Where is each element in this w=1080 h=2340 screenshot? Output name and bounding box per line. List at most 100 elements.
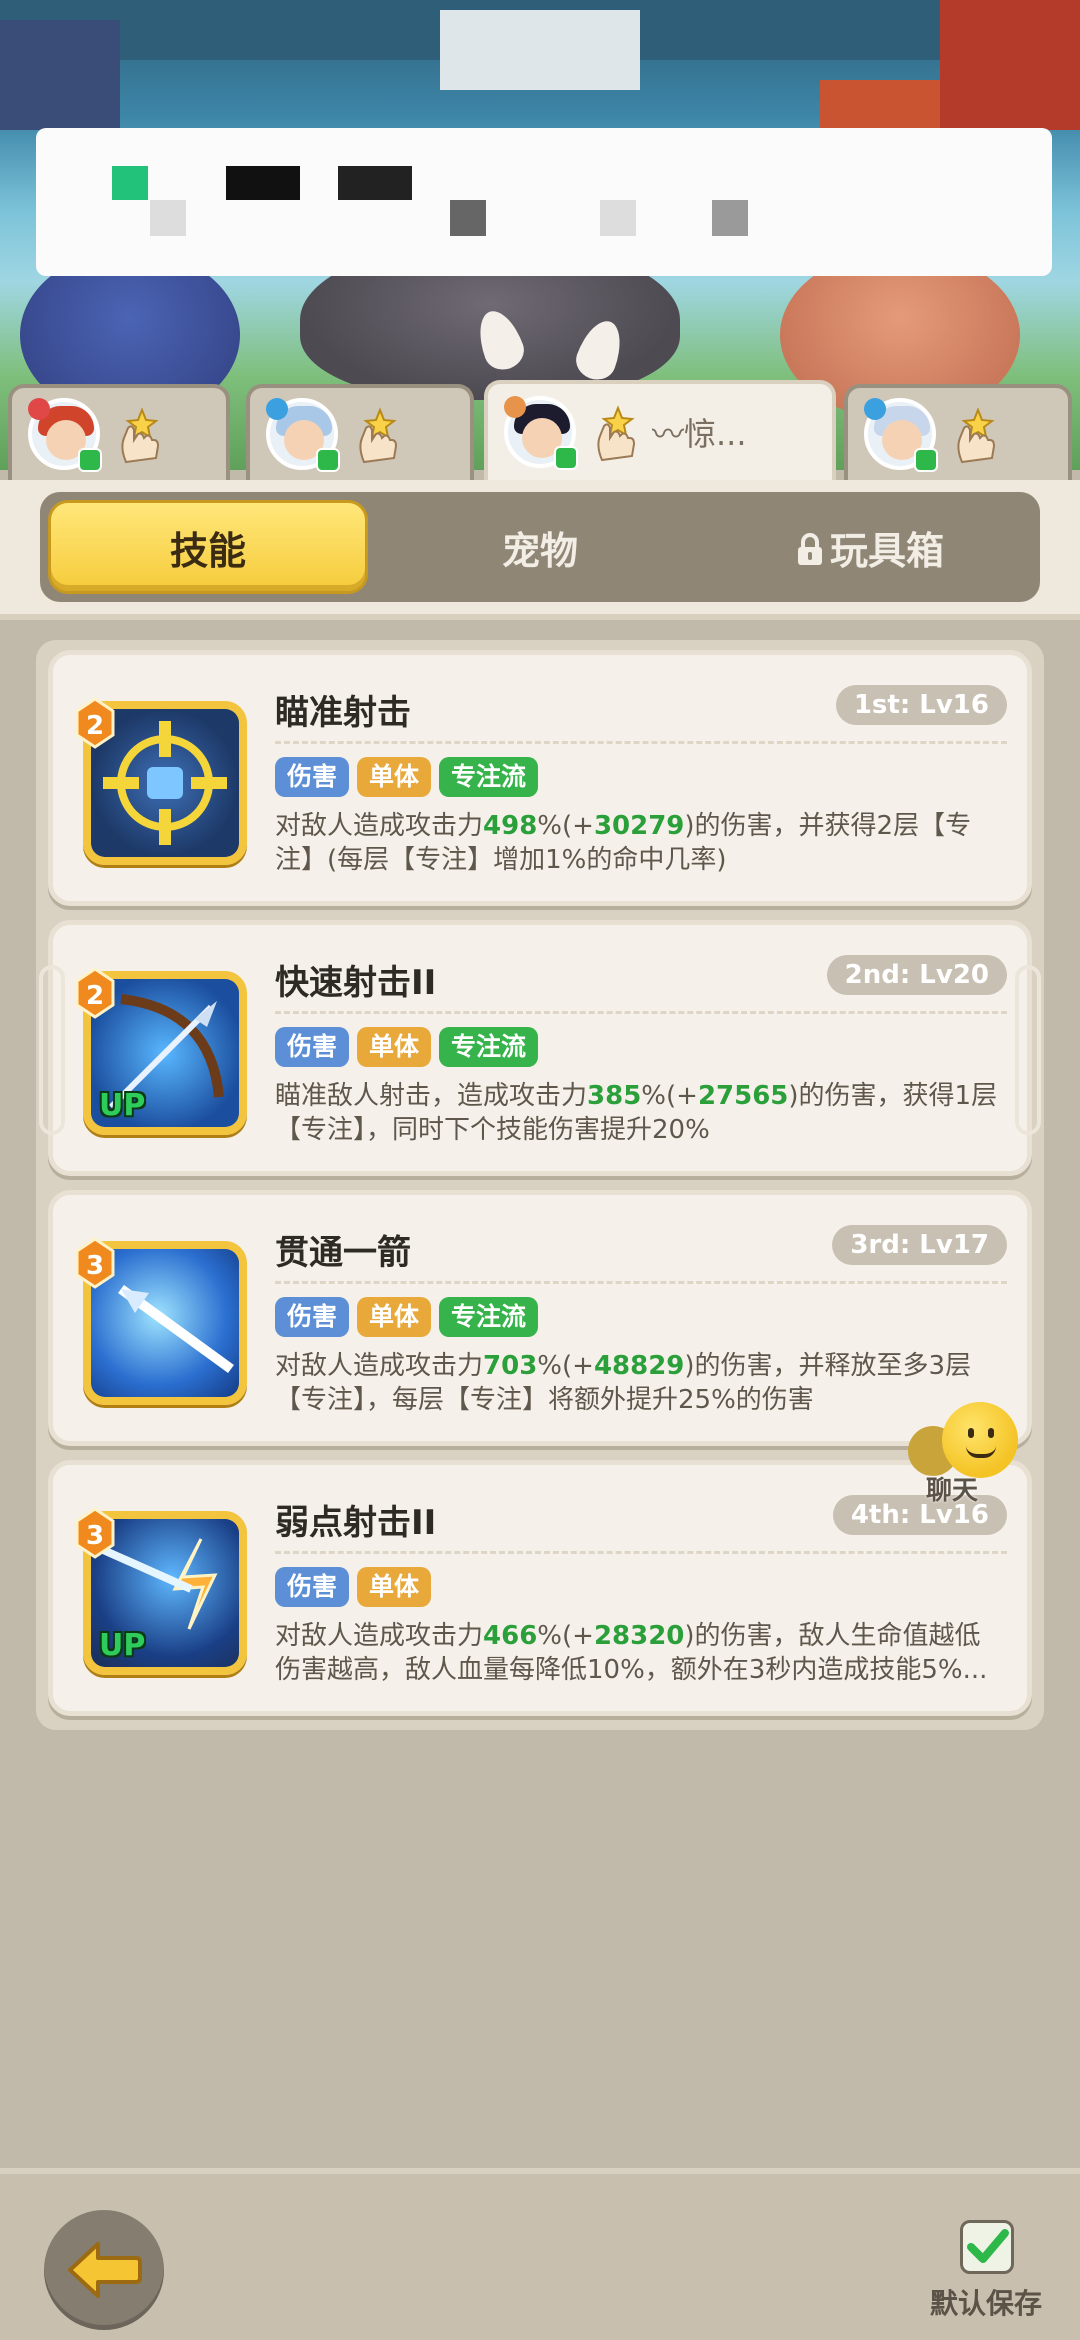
skill-desc-part: 瞄准敌人射击，造成攻击力 <box>275 1081 588 1111</box>
upgrade-up-icon: UP <box>99 1628 146 1663</box>
class-badge-icon <box>28 398 50 420</box>
tab-skills-label: 技能 <box>169 528 246 573</box>
class-badge-icon <box>504 396 526 418</box>
skill-desc-part: 498 <box>483 811 538 841</box>
hero-tab-1[interactable] <box>8 384 230 480</box>
status-badge-icon <box>554 446 578 470</box>
tab-pets-label: 宠物 <box>501 528 578 573</box>
skill-name: 贯通一箭 <box>275 1233 411 1273</box>
skill-desc-part: 对敌人造成攻击力 <box>275 811 484 841</box>
skill-desc-part: %(+ <box>641 1081 698 1111</box>
skill-tag: 伤害 <box>275 1027 350 1067</box>
status-badge-icon <box>316 448 340 472</box>
status-badge-icon <box>78 448 102 472</box>
divider <box>275 1551 1007 1554</box>
skill-slot-level: 2nd: Lv20 <box>826 955 1007 995</box>
skill-order-number: 2 <box>85 711 105 741</box>
checkmark-icon <box>967 2229 1009 2263</box>
upgrade-up-icon: UP <box>99 1088 146 1123</box>
skill-desc-part: 48829 <box>593 1351 685 1381</box>
skill-tag: 伤害 <box>275 1567 350 1607</box>
skill-name: 弱点射击II <box>275 1503 437 1543</box>
tap-hand-icon <box>112 404 168 464</box>
back-button[interactable] <box>44 2210 164 2330</box>
tab-toybox-label: 玩具箱 <box>829 528 944 573</box>
skill-tag: 专注流 <box>439 1297 539 1337</box>
class-badge-icon <box>266 398 288 420</box>
bottom-bar: 默认保存 <box>0 2168 1080 2340</box>
category-panel: 技能 宠物 玩具箱 <box>0 480 1080 620</box>
skill-order-number: 2 <box>85 981 105 1011</box>
skill-tag: 伤害 <box>275 757 350 797</box>
skill-slot-level: 3rd: Lv17 <box>832 1225 1007 1265</box>
divider <box>275 741 1007 744</box>
rope-decoration <box>1015 965 1041 1135</box>
chat-button[interactable]: 聊天 <box>902 1402 1022 1512</box>
skill-name: 瞄准射击 <box>275 693 411 733</box>
skill-card[interactable]: 2 瞄准射击 1st: Lv16 伤害 单体 专注流对敌人造成攻击力498%(+30279… <box>48 650 1032 906</box>
tab-skills[interactable]: 技能 <box>48 500 368 594</box>
hero-tab-text: 〰︎惊... <box>652 415 747 453</box>
hero-avatar <box>266 398 340 472</box>
back-arrow-icon <box>68 2242 142 2298</box>
hero-tab-2[interactable] <box>246 384 474 480</box>
skill-desc-part: 对敌人造成攻击力 <box>275 1351 484 1381</box>
hero-tab-4[interactable] <box>844 384 1072 480</box>
skill-tag: 单体 <box>357 1027 432 1067</box>
hero-avatar <box>504 396 578 470</box>
skill-tag: 伤害 <box>275 1297 350 1337</box>
chat-label: 聊天 <box>926 1476 979 1506</box>
skill-desc-part: 703 <box>483 1351 538 1381</box>
rope-decoration <box>39 965 65 1135</box>
default-save-button[interactable]: 默认保存 <box>930 2220 1070 2340</box>
skill-desc-part: 27565 <box>697 1081 789 1111</box>
skill-order-badge-icon: 3 <box>73 1237 117 1289</box>
skill-tags: 伤害 单体 专注流 <box>275 757 539 797</box>
skill-card[interactable]: UP 3 弱点射击II 4th: Lv16 伤害 单体 对敌人造成攻击力466%(+2832… <box>48 1460 1032 1716</box>
skill-card[interactable]: UP 2 快速射击II 2nd: Lv20 伤害 单体 专注流瞄准敌人射击，造成攻击力385… <box>39 920 1041 1176</box>
hero-avatar <box>28 398 102 472</box>
skill-order-badge-icon: 2 <box>73 967 117 1019</box>
lock-icon <box>796 532 824 566</box>
skill-description: 对敌人造成攻击力703%(+48829)的伤害，并释放至多3层【专注】，每层【专… <box>275 1349 1003 1417</box>
skill-tag: 专注流 <box>439 757 539 797</box>
skill-slot-level: 1st: Lv16 <box>835 685 1007 725</box>
hero-avatar <box>864 398 938 472</box>
skill-desc-part: 28320 <box>593 1621 685 1651</box>
skill-order-number: 3 <box>85 1521 105 1551</box>
skill-tag: 单体 <box>357 757 432 797</box>
skill-desc-part: 466 <box>483 1621 538 1651</box>
skill-desc-part: 385 <box>587 1081 642 1111</box>
skill-tags: 伤害 单体 <box>275 1567 432 1607</box>
skill-card[interactable]: 3 贯通一箭 3rd: Lv17 伤害 单体 专注流对敌人造成攻击力703%(+48829… <box>48 1190 1032 1446</box>
chat-emoji-icon <box>942 1402 1018 1478</box>
tap-hand-icon <box>588 402 644 462</box>
skill-tags: 伤害 单体 专注流 <box>275 1027 539 1067</box>
save-checkbox[interactable] <box>960 2220 1014 2274</box>
hero-tab-3[interactable]: 〰︎惊... <box>484 380 836 480</box>
skill-tag: 专注流 <box>439 1027 539 1067</box>
skill-desc-part: %(+ <box>537 1621 594 1651</box>
skill-tags: 伤害 单体 专注流 <box>275 1297 539 1337</box>
skill-name: 快速射击II <box>275 963 437 1003</box>
skill-order-badge-icon: 2 <box>73 697 117 749</box>
skill-order-badge-icon: 3 <box>73 1507 117 1559</box>
tab-pets[interactable]: 宠物 <box>380 500 700 594</box>
skill-desc-part: %(+ <box>537 811 594 841</box>
skill-desc-part: 30279 <box>593 811 685 841</box>
save-label: 默认保存 <box>930 2287 1043 2320</box>
skill-tag: 单体 <box>357 1567 432 1607</box>
skill-description: 瞄准敌人射击，造成攻击力385%(+27565)的伤害，获得1层【专注】，同时下… <box>275 1079 1003 1147</box>
tab-toybox[interactable]: 玩具箱 <box>710 500 1030 594</box>
divider <box>275 1011 1007 1014</box>
skill-desc-part: %(+ <box>537 1351 594 1381</box>
divider <box>275 1281 1007 1284</box>
status-badge-icon <box>914 448 938 472</box>
skill-description: 对敌人造成攻击力466%(+28320)的伤害，敌人生命值越低伤害越高，敌人血量… <box>275 1619 1003 1687</box>
skill-description: 对敌人造成攻击力498%(+30279)的伤害，并获得2层【专注】(每层【专注】… <box>275 809 1003 877</box>
skill-order-number: 3 <box>85 1251 105 1281</box>
class-badge-icon <box>864 398 886 420</box>
skill-desc-part: 对敌人造成攻击力 <box>275 1621 484 1651</box>
category-tab-bar: 技能 宠物 玩具箱 <box>40 492 1040 602</box>
skill-tag: 单体 <box>357 1297 432 1337</box>
